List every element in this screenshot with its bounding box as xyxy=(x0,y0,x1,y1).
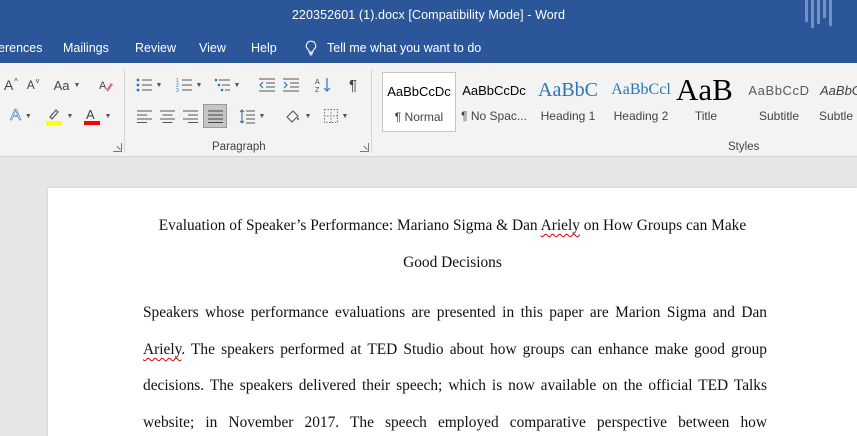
grow-font-button[interactable]: A ^ xyxy=(2,74,20,96)
group-separator xyxy=(371,69,372,153)
lightbulb-icon xyxy=(305,40,317,56)
style-preview: AaBbC xyxy=(538,78,598,101)
style-name: ¶ Normal xyxy=(394,110,444,124)
styles-group-label: Styles xyxy=(728,141,760,153)
text-effects-icon: A xyxy=(10,107,21,125)
style-preview: AaBbCcDc xyxy=(387,83,451,99)
align-right-button[interactable] xyxy=(180,105,200,127)
style-preview: AaBbCcD xyxy=(748,82,810,98)
pilcrow-icon: ¶ xyxy=(348,76,358,94)
change-case-button[interactable]: Aa ▼ xyxy=(50,74,84,96)
paragraph-line: Ariely. The speakers performed at TED St… xyxy=(143,341,767,358)
increase-indent-icon xyxy=(283,78,299,92)
sort-button[interactable]: AZ xyxy=(312,74,334,96)
clear-formatting-button[interactable]: A xyxy=(96,74,116,96)
line-spacing-button[interactable]: ▼ xyxy=(236,105,268,127)
tell-me-label: Tell me what you want to do xyxy=(327,41,482,55)
font-dialog-launcher[interactable] xyxy=(113,143,122,152)
paragraph-line: website; in November 2017. The speech em… xyxy=(143,414,767,431)
paint-bucket-icon xyxy=(285,109,299,123)
bullets-icon xyxy=(136,78,152,92)
style-name: Heading 2 xyxy=(613,109,669,123)
tab-mailings[interactable]: Mailings xyxy=(63,41,109,55)
numbering-button[interactable]: 1 2 3 ▼ xyxy=(174,74,204,96)
align-left-icon xyxy=(136,109,152,123)
spelling-error[interactable]: Ariely xyxy=(143,341,181,358)
svg-text:A: A xyxy=(99,80,107,92)
svg-text:Z: Z xyxy=(315,87,320,93)
style-preview: AaBbC xyxy=(820,82,857,98)
align-center-button[interactable] xyxy=(157,105,177,127)
tab-references[interactable]: erences xyxy=(0,41,42,55)
style-heading-1[interactable]: AaBbC Heading 1 xyxy=(531,72,605,132)
borders-button[interactable]: ▼ xyxy=(320,105,352,127)
shrink-font-button[interactable]: Av xyxy=(24,74,42,96)
svg-text:A: A xyxy=(86,107,95,122)
shading-button[interactable]: ▼ xyxy=(282,105,314,127)
title-bar-decoration xyxy=(805,0,841,28)
multilevel-list-icon xyxy=(214,78,230,92)
spelling-error[interactable]: Ariely xyxy=(541,217,580,234)
document-heading-line-1: Evaluation of Speaker’s Performance: Mar… xyxy=(158,217,747,234)
style-subtitle[interactable]: AaBbCcD Subtitle xyxy=(742,72,816,132)
align-left-button[interactable] xyxy=(134,105,154,127)
align-right-icon xyxy=(182,109,198,123)
multilevel-list-button[interactable]: ▼ xyxy=(212,74,242,96)
sort-icon: AZ xyxy=(315,78,331,93)
ribbon-tabs: erences Mailings Review View Help Tell m… xyxy=(0,33,857,63)
style-name: Heading 1 xyxy=(540,109,596,123)
word-window: 220352601 (1).docx [Compatibility Mode] … xyxy=(0,0,857,436)
highlighter-icon xyxy=(45,109,62,125)
tab-help[interactable]: Help xyxy=(251,41,277,55)
group-separator xyxy=(124,69,125,153)
numbering-icon: 123 xyxy=(176,78,192,92)
style-preview: AaB xyxy=(676,72,733,107)
svg-text:3: 3 xyxy=(176,88,179,92)
document-area: Evaluation of Speaker’s Performance: Mar… xyxy=(0,157,857,436)
style-name: Subtitle xyxy=(758,109,800,123)
increase-indent-button[interactable] xyxy=(280,74,302,96)
tab-view[interactable]: View xyxy=(199,41,226,55)
svg-text:A: A xyxy=(315,79,320,86)
line-spacing-icon xyxy=(239,108,255,124)
window-title: 220352601 (1).docx [Compatibility Mode] … xyxy=(291,8,566,22)
style-normal[interactable]: AaBbCcDc ¶ Normal xyxy=(382,72,456,132)
tab-review[interactable]: Review xyxy=(135,41,176,55)
style-name: Title xyxy=(694,109,718,123)
font-color-button[interactable]: A ▼ xyxy=(80,105,114,127)
bullets-button[interactable]: ▼ xyxy=(134,74,164,96)
decrease-indent-icon xyxy=(259,78,275,92)
document-heading-line-2: Good Decisions xyxy=(403,254,502,271)
document-page[interactable]: Evaluation of Speaker’s Performance: Mar… xyxy=(48,188,857,436)
style-name: Subtle xyxy=(819,109,854,123)
style-preview: AaBbCcDc xyxy=(462,82,526,98)
align-center-icon xyxy=(159,109,175,123)
style-subtle-emphasis[interactable]: AaBbC Subtle xyxy=(816,72,857,132)
font-color-icon: A xyxy=(83,107,100,125)
paragraph-group-label: Paragraph xyxy=(212,141,266,153)
title-bar: 220352601 (1).docx [Compatibility Mode] … xyxy=(0,0,857,33)
justify-icon xyxy=(207,109,223,123)
show-formatting-marks-button[interactable]: ¶ xyxy=(342,74,364,96)
borders-icon xyxy=(323,109,338,123)
style-no-spacing[interactable]: AaBbCcDc ¶ No Spac... xyxy=(457,72,531,132)
style-heading-2[interactable]: AaBbCcl Heading 2 xyxy=(604,72,678,132)
style-title[interactable]: AaB Title xyxy=(669,72,743,132)
change-case-label: Aa xyxy=(53,77,70,93)
styles-gallery: AaBbCcDc ¶ Normal AaBbCcDc ¶ No Spac... … xyxy=(379,70,857,132)
text-effects-button[interactable]: A ▼ xyxy=(4,105,38,127)
ribbon: A ^ Av Aa ▼ A A ▼ ▼ A ▼ ▼ 1 2 3 ▼ ▼ A Z … xyxy=(0,63,857,157)
highlight-color-button[interactable]: ▼ xyxy=(42,105,76,127)
decrease-indent-button[interactable] xyxy=(256,74,278,96)
paragraph-line: decisions. The speakers delivered their … xyxy=(143,377,767,394)
paragraph-line: Speakers whose performance evaluations a… xyxy=(143,304,767,321)
clear-formatting-icon: A xyxy=(99,80,113,92)
style-preview: AaBbCcl xyxy=(611,81,671,98)
tell-me-search[interactable]: Tell me what you want to do xyxy=(304,40,481,56)
style-name: ¶ No Spac... xyxy=(461,109,527,123)
paragraph-dialog-launcher[interactable] xyxy=(360,143,369,152)
justify-button[interactable] xyxy=(203,104,227,128)
